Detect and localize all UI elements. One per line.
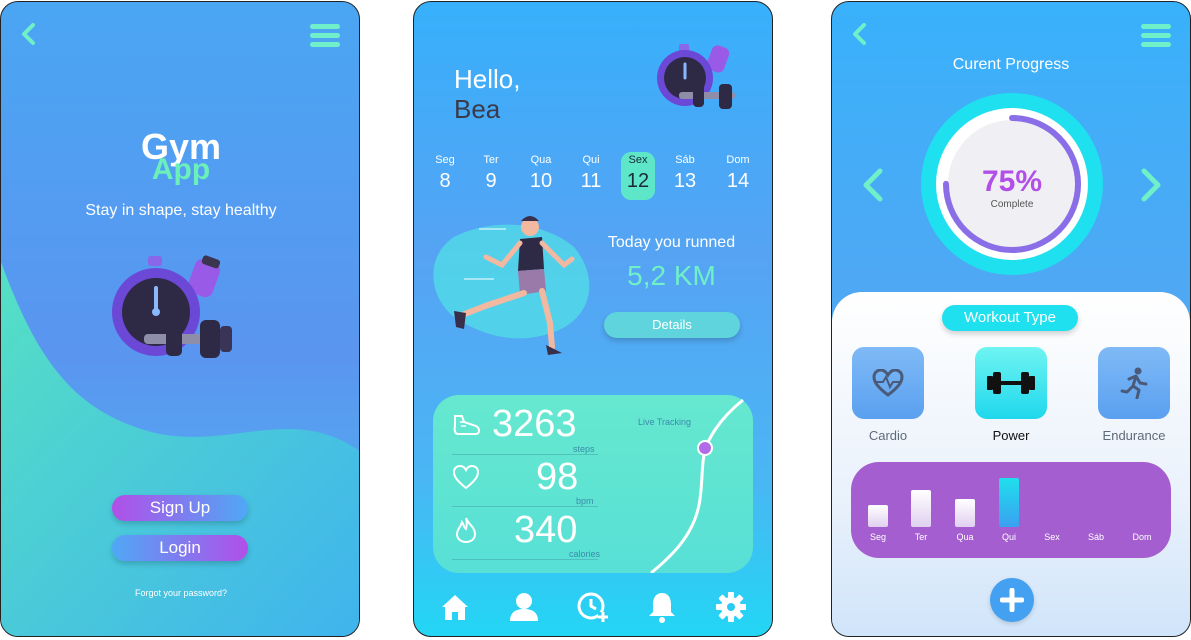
day-sex-selected[interactable]: Sex 12 bbox=[621, 152, 655, 200]
home-icon[interactable] bbox=[438, 590, 472, 624]
runner-illustration bbox=[433, 216, 590, 355]
bar-label: Sex bbox=[1044, 532, 1060, 542]
day-number: 12 bbox=[626, 170, 650, 192]
forgot-password-link[interactable]: Forgot your password? bbox=[1, 588, 359, 598]
shoe-icon bbox=[453, 415, 480, 435]
login-button[interactable]: Login bbox=[112, 535, 248, 561]
login-screen: Gym App Stay in shape, stay healthy Sign… bbox=[0, 1, 360, 637]
settings-icon[interactable] bbox=[714, 590, 748, 624]
live-tracking-label: Live Tracking bbox=[638, 417, 692, 427]
steps-unit: steps bbox=[573, 444, 595, 454]
bar-qua bbox=[955, 498, 975, 527]
back-chevron-icon[interactable] bbox=[19, 22, 39, 46]
position-marker bbox=[697, 440, 713, 456]
day-number: 9 bbox=[485, 170, 497, 192]
run-title: Today you runned bbox=[607, 234, 736, 251]
workout-type-label: Workout Type bbox=[942, 305, 1078, 331]
bar-label: Dom bbox=[1132, 532, 1152, 542]
sign-up-button[interactable]: Sign Up bbox=[112, 495, 248, 521]
progress-title: Curent Progress bbox=[952, 56, 1070, 73]
running-icon bbox=[1120, 367, 1148, 399]
day-name: Dom bbox=[726, 154, 750, 166]
day-number: 13 bbox=[673, 170, 697, 192]
flame-icon bbox=[455, 517, 477, 544]
endurance-card[interactable] bbox=[1098, 347, 1170, 419]
details-button[interactable]: Details bbox=[604, 312, 740, 338]
heart-pulse-icon bbox=[872, 369, 904, 397]
day-number: 14 bbox=[726, 170, 750, 192]
menu-icon[interactable] bbox=[309, 22, 341, 48]
user-name: Bea bbox=[454, 94, 501, 124]
bpm-value: 98 bbox=[536, 456, 579, 498]
day-number: 10 bbox=[529, 170, 553, 192]
divider bbox=[452, 506, 598, 507]
heart-icon bbox=[452, 465, 480, 490]
progress-complete-label: Complete bbox=[990, 199, 1034, 210]
day-number: 11 bbox=[580, 170, 602, 192]
bar-seg bbox=[868, 504, 888, 527]
day-name: Sáb bbox=[675, 154, 695, 166]
calories-value: 340 bbox=[514, 509, 578, 551]
tagline: Stay in shape, stay healthy bbox=[85, 202, 277, 219]
bar-label: Qui bbox=[1001, 532, 1016, 542]
brand-subtitle: App bbox=[151, 153, 211, 186]
dashboard-screen: Hello, Bea Seg 8 Ter 9 Qua 10 Qui 11 Sex 12 S… bbox=[413, 1, 773, 637]
power-card-selected[interactable] bbox=[975, 347, 1047, 419]
progress-percent: 75% bbox=[981, 165, 1043, 198]
bar-label: Qua bbox=[956, 532, 974, 542]
divider bbox=[452, 559, 598, 560]
cardio-label: Cardio bbox=[868, 428, 908, 443]
day-name: Qua bbox=[530, 154, 552, 166]
profile-icon[interactable] bbox=[507, 590, 541, 624]
calories-unit: calories bbox=[569, 549, 601, 559]
plus-icon bbox=[1000, 588, 1024, 612]
divider bbox=[452, 454, 598, 455]
stopwatch-dumbbell-illustration bbox=[112, 255, 232, 358]
clock-add-icon[interactable] bbox=[576, 590, 610, 624]
progress-screen: Curent Progress 75% Complete Workout Typ… bbox=[831, 1, 1191, 637]
dumbbell-icon bbox=[987, 372, 1035, 394]
day-ter[interactable]: Ter 9 bbox=[474, 152, 508, 194]
day-number: 8 bbox=[439, 170, 451, 192]
add-workout-button[interactable] bbox=[990, 578, 1034, 622]
day-sab[interactable]: Sáb 13 bbox=[668, 152, 702, 194]
bar-label: Seg bbox=[869, 532, 886, 542]
day-name: Qui bbox=[582, 154, 600, 166]
prev-arrow-icon[interactable] bbox=[860, 167, 886, 203]
greeting: Hello, bbox=[454, 64, 521, 94]
day-qua[interactable]: Qua 10 bbox=[524, 152, 558, 194]
steps-value: 3263 bbox=[492, 403, 577, 445]
endurance-label: Endurance bbox=[1102, 428, 1166, 443]
bar-label: Sáb bbox=[1087, 532, 1104, 542]
bar-qui bbox=[999, 478, 1019, 527]
day-dom[interactable]: Dom 14 bbox=[721, 152, 755, 194]
day-qui[interactable]: Qui 11 bbox=[574, 152, 608, 194]
day-seg[interactable]: Seg 8 bbox=[428, 152, 462, 194]
power-label: Power bbox=[992, 428, 1030, 443]
bar-ter bbox=[911, 489, 931, 527]
cardio-card[interactable] bbox=[852, 347, 924, 419]
bar-label: Ter bbox=[914, 532, 928, 542]
menu-icon[interactable] bbox=[1140, 22, 1172, 48]
stats-card: Live Tracking 3263 steps 98 bpm 340 calo… bbox=[433, 395, 753, 573]
stopwatch-icon bbox=[657, 44, 735, 109]
next-arrow-icon[interactable] bbox=[1138, 167, 1164, 203]
bpm-unit: bpm bbox=[576, 496, 594, 506]
bell-icon[interactable] bbox=[645, 590, 679, 624]
run-distance: 5,2 KM bbox=[627, 260, 716, 291]
day-name: Sex bbox=[628, 154, 648, 166]
back-chevron-icon[interactable] bbox=[850, 22, 870, 46]
day-name: Seg bbox=[435, 154, 455, 166]
day-name: Ter bbox=[483, 154, 499, 166]
